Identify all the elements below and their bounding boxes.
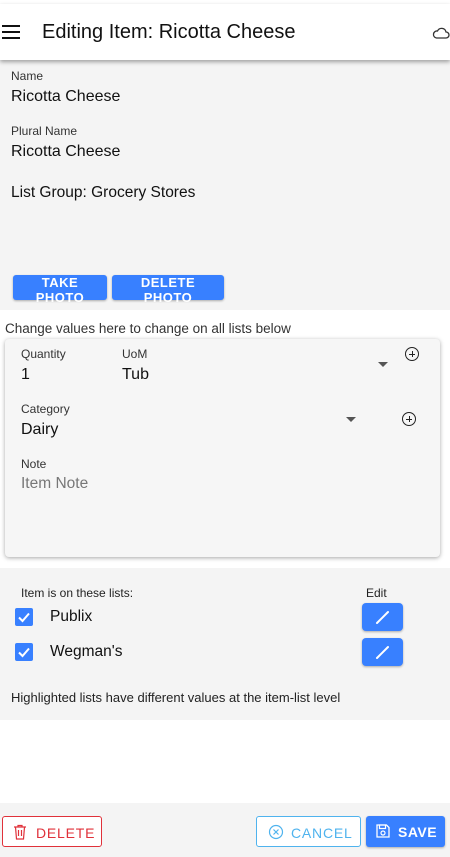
save-disk-icon bbox=[376, 824, 390, 838]
checkmark-icon bbox=[18, 612, 30, 623]
delete-photo-button[interactable]: DELETE PHOTO bbox=[112, 275, 224, 305]
name-label: Name bbox=[11, 69, 44, 83]
list-checkbox-wegmans[interactable] bbox=[15, 643, 33, 661]
uom-label: UoM bbox=[122, 347, 148, 361]
pencil-icon bbox=[376, 646, 389, 659]
take-photo-button[interactable]: TAKE PHOTO bbox=[13, 275, 107, 305]
save-label: SAVE bbox=[398, 824, 438, 840]
lists-header: Item is on these lists: bbox=[21, 586, 134, 600]
save-button[interactable]: SAVE bbox=[366, 816, 445, 847]
trash-icon bbox=[14, 824, 26, 840]
pencil-icon bbox=[376, 611, 389, 624]
edit-list-button-wegmans[interactable] bbox=[362, 638, 403, 666]
plural-name-field[interactable]: Ricotta Cheese bbox=[11, 143, 120, 161]
category-select[interactable]: Dairy bbox=[21, 421, 58, 439]
lists-section: Item is on these lists: Edit Publix Wegm… bbox=[0, 568, 450, 720]
add-category-icon[interactable] bbox=[402, 412, 416, 426]
category-label: Category bbox=[21, 402, 70, 416]
edit-list-button-publix[interactable] bbox=[362, 603, 403, 631]
page-title: Editing Item: Ricotta Cheese bbox=[42, 21, 296, 43]
list-name-wegmans: Wegman's bbox=[50, 643, 123, 660]
quantity-label: Quantity bbox=[21, 347, 66, 361]
checkmark-icon bbox=[18, 647, 30, 658]
name-field[interactable]: Ricotta Cheese bbox=[11, 88, 120, 106]
list-checkbox-publix[interactable] bbox=[15, 608, 33, 626]
delete-button[interactable]: DELETE bbox=[2, 816, 102, 847]
cloud-icon[interactable] bbox=[432, 26, 450, 40]
plural-name-label: Plural Name bbox=[11, 124, 78, 138]
close-circle-icon bbox=[268, 824, 284, 840]
quantity-field[interactable]: 1 bbox=[21, 366, 30, 384]
list-name-publix: Publix bbox=[50, 608, 93, 625]
add-uom-icon[interactable] bbox=[405, 347, 419, 361]
edit-column-header: Edit bbox=[366, 586, 387, 600]
note-label: Note bbox=[21, 457, 47, 471]
footer-bar: DELETE CANCEL SAVE bbox=[0, 803, 450, 857]
list-group-text: List Group: Grocery Stores bbox=[11, 184, 196, 201]
menu-icon[interactable] bbox=[2, 25, 20, 41]
category-dropdown-caret-icon[interactable] bbox=[346, 417, 356, 422]
app-header: Editing Item: Ricotta Cheese bbox=[0, 4, 450, 60]
lists-footnote: Highlighted lists have different values … bbox=[11, 690, 341, 705]
cancel-label: CANCEL bbox=[291, 825, 353, 841]
values-card: Quantity 1 UoM Tub Category Dairy Note I… bbox=[5, 339, 440, 557]
change-values-note: Change values here to change on all list… bbox=[5, 321, 291, 336]
uom-select[interactable]: Tub bbox=[122, 366, 149, 384]
cancel-button[interactable]: CANCEL bbox=[256, 816, 361, 847]
delete-label: DELETE bbox=[36, 825, 96, 841]
note-field[interactable]: Item Note bbox=[21, 475, 88, 493]
uom-dropdown-caret-icon[interactable] bbox=[378, 362, 388, 367]
